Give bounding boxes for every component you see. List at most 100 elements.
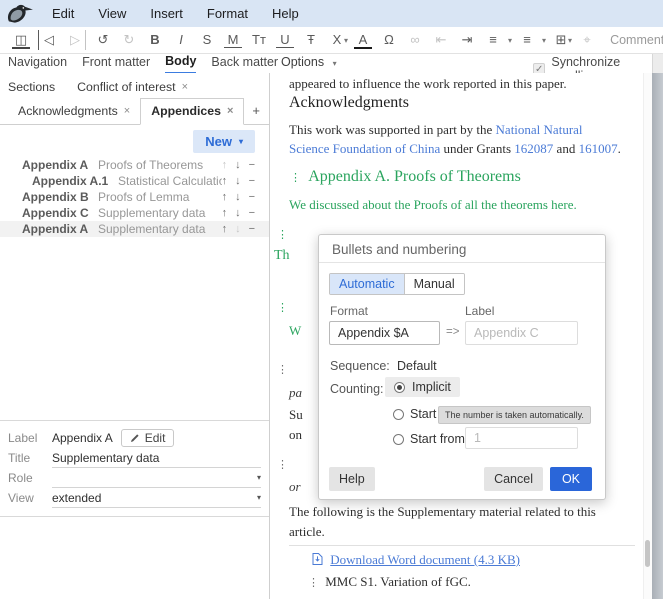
panel-toggle-icon[interactable]: ◫ bbox=[12, 32, 30, 49]
ok-button[interactable]: OK bbox=[550, 467, 592, 491]
move-down-button[interactable]: ↓ bbox=[235, 223, 241, 235]
appendix-label: Appendix A.1 bbox=[32, 174, 118, 188]
menu-insert[interactable]: Insert bbox=[138, 6, 195, 21]
menu-view[interactable]: View bbox=[86, 6, 138, 21]
help-button[interactable]: Help bbox=[329, 467, 375, 491]
menu-format[interactable]: Format bbox=[195, 6, 260, 21]
redo-icon[interactable]: ↻ bbox=[120, 30, 138, 50]
drag-handle-icon[interactable]: ⋮ bbox=[308, 577, 318, 589]
cancel-button[interactable]: Cancel bbox=[484, 467, 543, 491]
grant-link[interactable]: 161007 bbox=[579, 141, 618, 156]
radio-start-from-label: Start from bbox=[410, 432, 465, 446]
tab-manual[interactable]: Manual bbox=[404, 274, 464, 294]
tab-navigation[interactable]: Navigation bbox=[8, 54, 67, 73]
move-up-button[interactable]: ↑ bbox=[222, 223, 228, 235]
list-item[interactable]: Appendix C Supplementary data ↑ ↓ − bbox=[0, 205, 269, 221]
start-from-input[interactable]: 1 bbox=[465, 427, 578, 449]
comment-button[interactable]: Comment bbox=[610, 33, 663, 47]
menu-edit[interactable]: Edit bbox=[40, 6, 86, 21]
list-item[interactable]: Appendix A.1 Statistical Calculations ↑ … bbox=[0, 173, 269, 189]
drag-handle-icon[interactable]: ⋮ bbox=[277, 228, 287, 241]
list-item[interactable]: Appendix A Proofs of Theorems ↑ ↓ − bbox=[0, 157, 269, 173]
download-word-document-link[interactable]: Download Word document (4.3 KB) bbox=[330, 552, 520, 567]
chevron-down-icon: ▾ bbox=[333, 59, 337, 68]
funder-link[interactable]: National Natural bbox=[496, 122, 583, 137]
drag-handle-icon[interactable]: ⋮ bbox=[277, 458, 287, 471]
special-character-icon[interactable]: Ω bbox=[380, 30, 398, 50]
add-section-tab-button[interactable]: + bbox=[244, 99, 268, 124]
jump-start-icon[interactable]: ◁ bbox=[38, 30, 58, 50]
font-color-icon[interactable]: A bbox=[354, 32, 372, 49]
small-caps-icon[interactable]: Tᴛ bbox=[250, 30, 268, 50]
monospace-icon[interactable]: M bbox=[224, 32, 242, 48]
new-button[interactable]: New ▾ bbox=[193, 130, 255, 153]
section-tab-appendices[interactable]: Appendices × bbox=[140, 98, 244, 125]
list-item[interactable]: Appendix B Proofs of Lemma ↑ ↓ − bbox=[0, 189, 269, 205]
remove-button[interactable]: − bbox=[249, 175, 255, 187]
paragraph-text: The following is the Supplementary mater… bbox=[289, 504, 596, 519]
move-down-button[interactable]: ↓ bbox=[235, 159, 241, 171]
format-input[interactable]: Appendix $A bbox=[329, 321, 440, 345]
funder-link[interactable]: Science Foundation of China bbox=[289, 141, 440, 156]
chevron-down-icon[interactable]: ▾ bbox=[344, 36, 348, 45]
chevron-down-icon[interactable]: ▾ bbox=[542, 36, 546, 45]
tab-automatic[interactable]: Automatic bbox=[330, 274, 404, 294]
chevron-down-icon[interactable]: ▾ bbox=[568, 36, 572, 45]
view-select[interactable]: extended ▾ bbox=[52, 488, 261, 508]
indent-icon[interactable]: ⇥ bbox=[458, 30, 476, 50]
sequence-label: Sequence: bbox=[330, 359, 390, 373]
move-up-button[interactable]: ↑ bbox=[222, 175, 228, 187]
bold-icon[interactable]: B bbox=[146, 30, 164, 50]
list-item-selected[interactable]: Appendix A Supplementary data ↑ ↓ − bbox=[0, 221, 269, 237]
title-field-name: Title bbox=[8, 451, 52, 465]
move-up-button[interactable]: ↑ bbox=[222, 191, 228, 203]
label-field-label: Label bbox=[465, 304, 494, 318]
move-down-button[interactable]: ↓ bbox=[235, 175, 241, 187]
numbered-list-icon[interactable]: ≡ bbox=[518, 30, 536, 50]
menubar: Edit View Insert Format Help bbox=[0, 0, 663, 27]
document-scrollbar-track[interactable] bbox=[643, 73, 652, 599]
label-preview-input[interactable]: Appendix C bbox=[465, 321, 578, 345]
undo-icon[interactable]: ↺ bbox=[94, 30, 112, 50]
radio-start-from[interactable]: Start from bbox=[393, 432, 465, 446]
drag-handle-icon[interactable]: ⋮ bbox=[290, 172, 300, 184]
options-dropdown[interactable]: Options ▾ bbox=[281, 55, 339, 69]
section-tab-conflict-of-interest[interactable]: Conflict of interest × bbox=[77, 80, 188, 94]
move-down-button[interactable]: ↓ bbox=[235, 191, 241, 203]
move-up-button[interactable]: ↑ bbox=[222, 207, 228, 219]
underline-icon[interactable]: U bbox=[276, 32, 294, 48]
italic-icon[interactable]: I bbox=[172, 30, 190, 50]
close-icon[interactable]: × bbox=[227, 105, 233, 117]
tab-back-matter[interactable]: Back matter bbox=[211, 54, 278, 73]
grant-link[interactable]: 162087 bbox=[514, 141, 553, 156]
remove-button[interactable]: − bbox=[249, 223, 255, 235]
chevron-down-icon[interactable]: ▾ bbox=[508, 36, 512, 45]
document-scrollbar-thumb[interactable] bbox=[645, 540, 650, 567]
move-up-button[interactable]: ↑ bbox=[222, 159, 228, 171]
title-input[interactable]: Supplementary data bbox=[52, 448, 261, 468]
remove-button[interactable]: − bbox=[249, 207, 255, 219]
move-down-button[interactable]: ↓ bbox=[235, 207, 241, 219]
edit-label-button[interactable]: Edit bbox=[121, 429, 175, 447]
bullet-list-icon[interactable]: ≡ bbox=[484, 30, 502, 50]
close-icon[interactable]: × bbox=[124, 105, 130, 117]
link-icon[interactable]: ∞ bbox=[406, 30, 424, 50]
download-icon bbox=[312, 553, 323, 565]
role-select[interactable]: ▾ bbox=[52, 468, 261, 488]
radio-implicit[interactable]: Implicit bbox=[385, 377, 460, 397]
drag-handle-icon[interactable]: ⋮ bbox=[277, 363, 287, 376]
remove-button[interactable]: − bbox=[249, 159, 255, 171]
tab-front-matter[interactable]: Front matter bbox=[82, 54, 150, 73]
drag-handle-icon[interactable]: ⋮ bbox=[277, 301, 287, 314]
tab-body[interactable]: Body bbox=[165, 53, 196, 74]
chevron-down-icon: ▾ bbox=[257, 473, 261, 482]
close-icon[interactable]: × bbox=[182, 81, 188, 93]
strikethrough-icon[interactable]: S bbox=[198, 30, 216, 50]
move-icon[interactable]: ⌖ bbox=[578, 30, 596, 50]
menu-help[interactable]: Help bbox=[260, 6, 311, 21]
outdent-icon[interactable]: ⇤ bbox=[432, 30, 450, 50]
section-tab-acknowledgments[interactable]: Acknowledgments × bbox=[8, 99, 140, 124]
jump-end-icon[interactable]: ▷ bbox=[66, 30, 86, 50]
overline-icon[interactable]: Ŧ bbox=[302, 30, 320, 50]
remove-button[interactable]: − bbox=[249, 191, 255, 203]
